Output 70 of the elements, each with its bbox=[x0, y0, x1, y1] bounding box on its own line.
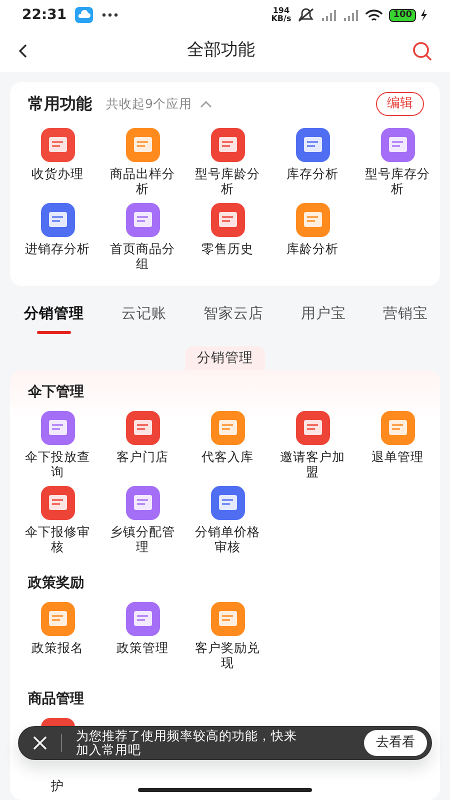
group-title: 政策奖励 bbox=[26, 574, 85, 593]
app-label[interactable]: 政策管理 bbox=[104, 640, 180, 655]
group-title: 商品管理 bbox=[27, 690, 85, 709]
section-title: 常用功能 bbox=[28, 93, 92, 115]
app-icon bbox=[126, 411, 160, 445]
app-label[interactable]: 代客入库 bbox=[190, 449, 266, 464]
app-icon bbox=[126, 203, 160, 237]
app-label[interactable]: 护 bbox=[20, 778, 96, 793]
app-label[interactable]: 零售历史 bbox=[190, 241, 266, 256]
app-icon bbox=[126, 486, 160, 520]
app-label[interactable]: 伞下报修审核 bbox=[20, 524, 96, 554]
app-label[interactable]: 退单管理 bbox=[360, 449, 436, 464]
app-label[interactable]: 伞下投放查询 bbox=[20, 449, 96, 479]
app-icon bbox=[210, 128, 244, 162]
wifi-icon bbox=[365, 8, 384, 22]
app-icon bbox=[40, 203, 74, 237]
app-icon bbox=[126, 128, 160, 162]
app-label[interactable]: 收货办理 bbox=[20, 166, 96, 181]
app-label[interactable]: 商品出样分析 bbox=[104, 166, 180, 196]
tab[interactable]: 分销管理 bbox=[24, 304, 84, 334]
app-label[interactable]: 乡镇分配管理 bbox=[104, 524, 180, 554]
app-icon bbox=[380, 128, 414, 162]
app-label[interactable]: 客户奖励兑现 bbox=[190, 640, 266, 670]
signal-icon bbox=[321, 8, 338, 22]
app-label[interactable]: 进销存分析 bbox=[20, 241, 96, 256]
collapse-summary[interactable]: 共收起9个应用 bbox=[106, 94, 192, 114]
app-label[interactable]: 客户门店 bbox=[104, 449, 180, 464]
cloud-icon bbox=[74, 7, 93, 23]
app-icon bbox=[126, 602, 160, 636]
mute-icon bbox=[297, 7, 316, 23]
app-icon bbox=[210, 486, 244, 520]
more-icon bbox=[100, 12, 119, 18]
tab[interactable]: 智家云店 bbox=[204, 304, 264, 334]
app-label[interactable]: 库存分析 bbox=[274, 166, 350, 181]
app-icon bbox=[40, 128, 74, 162]
edit-button[interactable]: 编辑 bbox=[376, 92, 424, 116]
app-icon bbox=[296, 128, 330, 162]
toast-message: 为您推荐了使用频率较高的功能，快来加入常用吧 bbox=[76, 729, 298, 757]
caret-icon[interactable] bbox=[200, 100, 212, 108]
app-icon bbox=[210, 411, 244, 445]
view-button[interactable]: 去看看 bbox=[364, 730, 427, 756]
search-icon[interactable] bbox=[412, 41, 432, 61]
group-title: 伞下管理 bbox=[26, 383, 85, 402]
app-label[interactable]: 政策报名 bbox=[20, 640, 96, 655]
app-icon bbox=[210, 203, 244, 237]
app-icon bbox=[40, 602, 74, 636]
app-label[interactable]: 型号库龄分析 bbox=[190, 166, 266, 196]
signal-icon bbox=[343, 8, 360, 22]
speed-value: 194 bbox=[272, 7, 290, 15]
page-title: 全部功能 bbox=[187, 39, 255, 62]
tab[interactable]: 用户宝 bbox=[300, 304, 346, 334]
app-icon bbox=[296, 203, 330, 237]
app-label[interactable]: 型号库存分析 bbox=[360, 166, 436, 196]
charging-icon bbox=[420, 9, 428, 21]
app-icon bbox=[296, 411, 330, 445]
app-label[interactable]: 邀请客户加盟 bbox=[274, 449, 350, 479]
tab[interactable]: 营销宝 bbox=[383, 304, 428, 334]
app-label[interactable]: 分销单价格审核 bbox=[190, 524, 266, 554]
app-icon bbox=[40, 411, 74, 445]
app-icon bbox=[380, 411, 414, 445]
battery-level: 100 bbox=[389, 8, 416, 22]
app-icon bbox=[40, 486, 74, 520]
app-icon bbox=[210, 602, 244, 636]
status-time: 22:31 bbox=[22, 6, 67, 24]
tab[interactable]: 云记账 bbox=[121, 304, 166, 334]
close-icon[interactable] bbox=[33, 736, 47, 750]
speed-unit: KB/s bbox=[271, 15, 292, 23]
app-label[interactable]: 库龄分析 bbox=[274, 241, 350, 256]
panel-label: 分销管理 bbox=[185, 346, 265, 370]
app-label[interactable]: 首页商品分组 bbox=[104, 241, 180, 271]
